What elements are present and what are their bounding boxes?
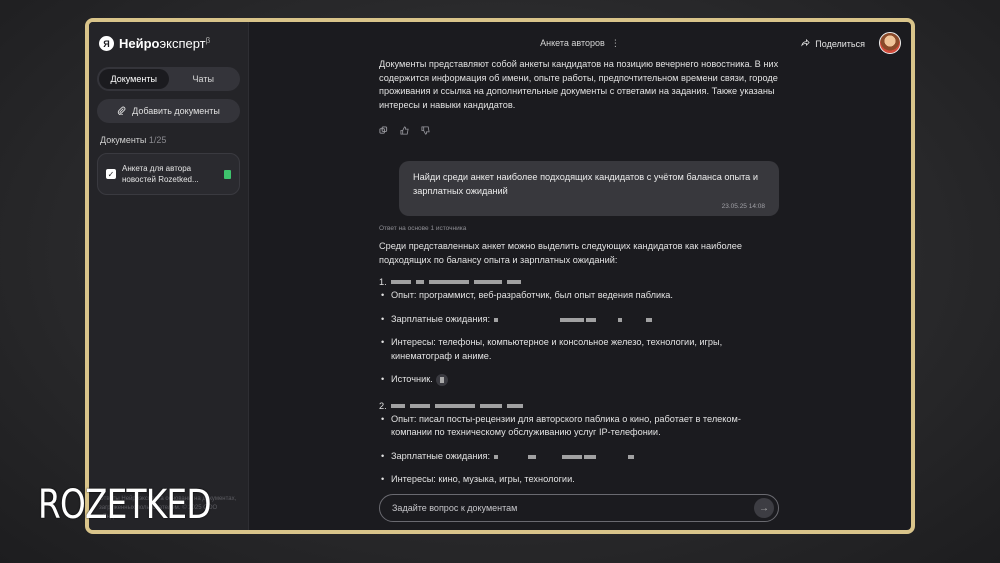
question-input-box: → [379,494,779,522]
source-file-icon[interactable] [435,373,448,386]
documents-count-label: Документы 1/25 [100,135,167,145]
sidebar-tabs: Документы Чаты [97,67,240,91]
user-message: Найди среди анкет наиболее подходящих ка… [399,161,779,216]
candidate-source: Источник. [379,373,779,387]
candidate-heading: 1. [379,277,779,287]
document-title: Анкета для автора новостей Rozetked... [122,164,199,184]
add-documents-label: Добавить документы [132,106,220,116]
answer-intro: Среди представленных анкет можно выделит… [379,241,742,265]
share-icon [801,38,810,49]
message-actions [379,126,779,138]
candidate-interests: Интересы: телефоны, компьютерное и консо… [379,336,779,363]
add-documents-button[interactable]: Добавить документы [97,99,240,123]
avatar[interactable] [879,32,901,54]
candidate-experience: Опыт: писал посты-рецензии для авторског… [379,413,779,440]
summary-text: Документы представляют собой анкеты канд… [379,59,779,110]
candidate-heading: 2. [379,401,779,411]
send-button[interactable]: → [754,498,774,518]
thumbs-down-icon[interactable] [421,126,430,138]
app-window: Я Нейроэкспертβ Документы Чаты Добавить … [85,18,915,534]
document-item[interactable]: ✓ Анкета для автора новостей Rozetked... [97,153,240,195]
watermark-logo: ROZETKED [38,482,212,528]
logo[interactable]: Я Нейроэкспертβ [89,22,248,51]
candidate-experience: Опыт: программист, веб-разработчик, был … [379,289,779,303]
file-icon [224,169,231,179]
tab-chats[interactable]: Чаты [169,69,239,89]
candidate-salary: Зарплатные ожидания: [379,450,779,464]
arrow-right-icon: → [759,502,769,514]
assistant-answer: Ответ на основе 1 источника Среди предст… [379,225,779,487]
sidebar: Я Нейроэкспертβ Документы Чаты Добавить … [89,22,249,530]
answer-source-note: Ответ на основе 1 источника [379,225,467,232]
message-timestamp: 23.05.25 14:08 [721,203,765,210]
candidate-interests: Интересы: кино, музыка, игры, технологии… [379,473,779,487]
document-checkbox[interactable]: ✓ [106,169,116,179]
paperclip-icon [117,106,126,117]
tab-documents[interactable]: Документы [99,69,169,89]
chat-area: Анкета авторов ⋮ Поделиться Документы пре… [249,22,911,530]
candidate-salary: Зарплатные ожидания: [379,313,779,327]
assistant-summary: Документы представляют собой анкеты канд… [379,58,779,138]
more-icon[interactable]: ⋮ [611,38,620,48]
logo-text: Нейроэкспертβ [119,36,211,51]
yandex-logo-icon: Я [99,36,114,51]
topbar: Анкета авторов ⋮ Поделиться [249,22,911,62]
user-message-text: Найди среди анкет наиболее подходящих ка… [413,172,758,196]
thumbs-up-icon[interactable] [400,126,409,138]
copy-icon[interactable] [379,126,388,138]
question-input[interactable] [392,503,754,513]
share-button[interactable]: Поделиться [801,38,865,49]
